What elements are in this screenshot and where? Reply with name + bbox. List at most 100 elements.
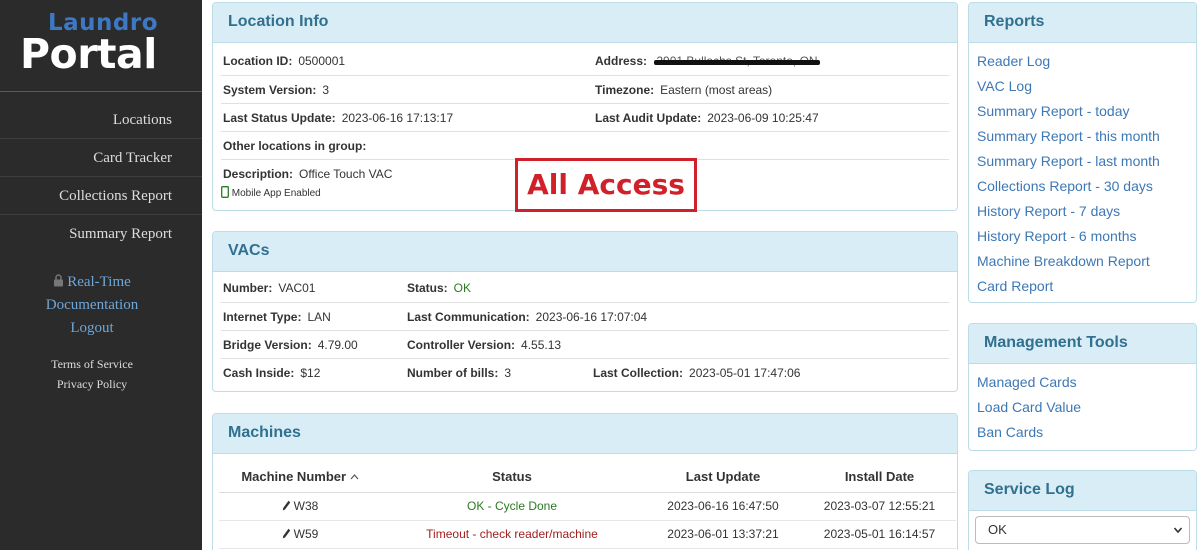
last-collection-label: Last Collection: xyxy=(593,366,684,380)
col-install-date[interactable]: Install Date xyxy=(803,462,956,493)
timezone-label: Timezone: xyxy=(595,83,655,97)
sidebar-divider xyxy=(0,91,202,92)
service-log-panel: Service Log OK xyxy=(968,470,1197,550)
tool-link-load-card-value[interactable]: Load Card Value xyxy=(977,395,1188,420)
vac-row: Internet Type: LAN Last Communication: 202… xyxy=(221,302,949,330)
pencil-icon[interactable] xyxy=(282,528,291,539)
realtime-label: Real-Time xyxy=(67,274,131,290)
report-link-reader-log[interactable]: Reader Log xyxy=(977,49,1188,74)
service-log-select[interactable]: OK xyxy=(975,516,1190,544)
info-row: Last Status Update: 2023-06-16 17:13:17 L… xyxy=(221,103,949,131)
last-audit-value: 2023-06-09 10:25:47 xyxy=(707,111,819,125)
table-header-row: Machine Number Status Last Update Instal… xyxy=(219,462,956,493)
sidebar-item-summary-report[interactable]: Summary Report xyxy=(0,215,202,253)
sort-ascending-icon xyxy=(350,474,359,480)
col-last-update[interactable]: Last Update xyxy=(643,462,803,493)
vac-status-value: OK xyxy=(453,281,472,295)
sidebar-links: Real-Time Documentation Logout xyxy=(0,271,184,340)
machine-install-date-cell: 2023-03-07 12:55:21 xyxy=(803,492,956,521)
num-bills-value: 3 xyxy=(504,366,512,380)
machine-number-cell[interactable]: W38 xyxy=(219,492,381,521)
address-label: Address: xyxy=(595,54,648,68)
other-locations-label: Other locations in group: xyxy=(223,139,367,153)
table-row[interactable]: W38 OK - Cycle Done 2023-06-16 16:47:50 … xyxy=(219,492,956,521)
report-link-card-report[interactable]: Card Report xyxy=(977,274,1188,299)
description-label: Description: xyxy=(223,167,294,181)
vac-row: Number: VAC01 Status: OK xyxy=(221,274,949,302)
bridge-version-value: 4.79.00 xyxy=(317,338,358,352)
report-link-history-6-months[interactable]: History Report - 6 months xyxy=(977,224,1188,249)
documentation-link[interactable]: Documentation xyxy=(0,294,184,317)
all-access-watermark: All Access xyxy=(515,158,697,212)
machines-panel: Machines Machine Number Status Last Upda… xyxy=(212,413,958,550)
terms-of-service-link[interactable]: Terms of Service xyxy=(0,357,184,372)
privacy-policy-link[interactable]: Privacy Policy xyxy=(0,377,184,392)
last-audit-label: Last Audit Update: xyxy=(595,111,702,125)
machine-install-date-cell: 2023-05-01 16:14:57 xyxy=(803,520,956,549)
reports-title: Reports xyxy=(969,3,1196,43)
info-row: Location ID: 0500001 Address: 2901 Bulloc… xyxy=(221,47,949,75)
reports-list: Reader Log VAC Log Summary Report - toda… xyxy=(969,43,1196,302)
pencil-icon[interactable] xyxy=(282,500,291,511)
system-version-label: System Version: xyxy=(223,83,317,97)
vacs-title: VACs xyxy=(213,232,957,272)
vac-row: Cash Inside: $12 Number of bills: 3 Last C… xyxy=(221,358,949,386)
table-row[interactable]: W59 Timeout - check reader/machine 2023-… xyxy=(219,520,956,549)
sidebar: Laundro Portal Locations Card Tracker Co… xyxy=(0,0,202,550)
report-link-summary-this-month[interactable]: Summary Report - this month xyxy=(977,124,1188,149)
col-status[interactable]: Status xyxy=(381,462,643,493)
report-link-history-7-days[interactable]: History Report - 7 days xyxy=(977,199,1188,224)
reports-panel: Reports Reader Log VAC Log Summary Repor… xyxy=(968,2,1197,303)
vac-row: Bridge Version: 4.79.00 Controller Versio… xyxy=(221,330,949,358)
lock-icon xyxy=(54,274,64,287)
controller-version-value: 4.55.13 xyxy=(521,338,562,352)
report-link-summary-last-month[interactable]: Summary Report - last month xyxy=(977,149,1188,174)
location-id-label: Location ID: xyxy=(223,54,293,68)
sidebar-item-collections-report[interactable]: Collections Report xyxy=(0,177,202,215)
sidebar-item-locations[interactable]: Locations xyxy=(0,101,202,139)
management-tools-title: Management Tools xyxy=(969,324,1196,364)
tool-link-ban-cards[interactable]: Ban Cards xyxy=(977,420,1188,445)
address-value-redacted: 2901 Bullochs St, Toronto, ON xyxy=(654,47,820,75)
bridge-version-label: Bridge Version: xyxy=(223,338,312,352)
system-version-value: 3 xyxy=(322,83,330,97)
vacs-panel: VACs Number: VAC01 Status: OK Internet Typ… xyxy=(212,231,958,392)
mobile-phone-icon xyxy=(221,186,229,198)
vac-status-label: Status: xyxy=(407,281,448,295)
vac-number-label: Number: xyxy=(223,281,273,295)
info-row: System Version: 3 Timezone: Eastern (most … xyxy=(221,75,949,103)
last-comm-value: 2023-06-16 17:07:04 xyxy=(535,310,648,324)
timezone-value: Eastern (most areas) xyxy=(660,83,773,97)
machine-last-update-cell: 2023-06-01 13:37:21 xyxy=(643,520,803,549)
location-info-title: Location Info xyxy=(213,3,957,43)
management-tools-panel: Management Tools Managed Cards Load Card… xyxy=(968,323,1197,451)
last-comm-label: Last Communication: xyxy=(407,310,530,324)
num-bills-label: Number of bills: xyxy=(407,366,499,380)
laundro-portal-logo[interactable]: Laundro Portal xyxy=(20,8,170,78)
description-value: Office Touch VAC xyxy=(299,167,393,181)
management-tools-list: Managed Cards Load Card Value Ban Cards xyxy=(969,364,1196,450)
machine-number-cell[interactable]: W59 xyxy=(219,520,381,549)
sidebar-item-card-tracker[interactable]: Card Tracker xyxy=(0,139,202,177)
cash-inside-label: Cash Inside: xyxy=(223,366,295,380)
service-log-selected: OK xyxy=(988,522,1007,537)
info-row: Other locations in group: xyxy=(221,131,949,159)
cash-inside-value: $12 xyxy=(300,366,321,380)
location-id-value: 0500001 xyxy=(298,54,346,68)
mobile-app-enabled: Mobile App Enabled xyxy=(231,188,321,199)
machine-status-cell: Timeout - check reader/machine xyxy=(381,520,643,549)
report-link-machine-breakdown[interactable]: Machine Breakdown Report xyxy=(977,249,1188,274)
machine-last-update-cell: 2023-06-16 16:47:50 xyxy=(643,492,803,521)
logout-link[interactable]: Logout xyxy=(0,317,184,340)
report-link-vac-log[interactable]: VAC Log xyxy=(977,74,1188,99)
internet-type-label: Internet Type: xyxy=(223,310,302,324)
report-link-collections-30-days[interactable]: Collections Report - 30 days xyxy=(977,174,1188,199)
report-link-summary-today[interactable]: Summary Report - today xyxy=(977,99,1188,124)
col-machine-number[interactable]: Machine Number xyxy=(219,462,381,493)
chevron-down-icon xyxy=(1173,527,1183,534)
realtime-link[interactable]: Real-Time xyxy=(0,271,184,294)
last-collection-value: 2023-05-01 17:47:06 xyxy=(689,366,801,380)
tool-link-managed-cards[interactable]: Managed Cards xyxy=(977,370,1188,395)
last-status-value: 2023-06-16 17:13:17 xyxy=(341,111,454,125)
vac-number-value: VAC01 xyxy=(278,281,316,295)
